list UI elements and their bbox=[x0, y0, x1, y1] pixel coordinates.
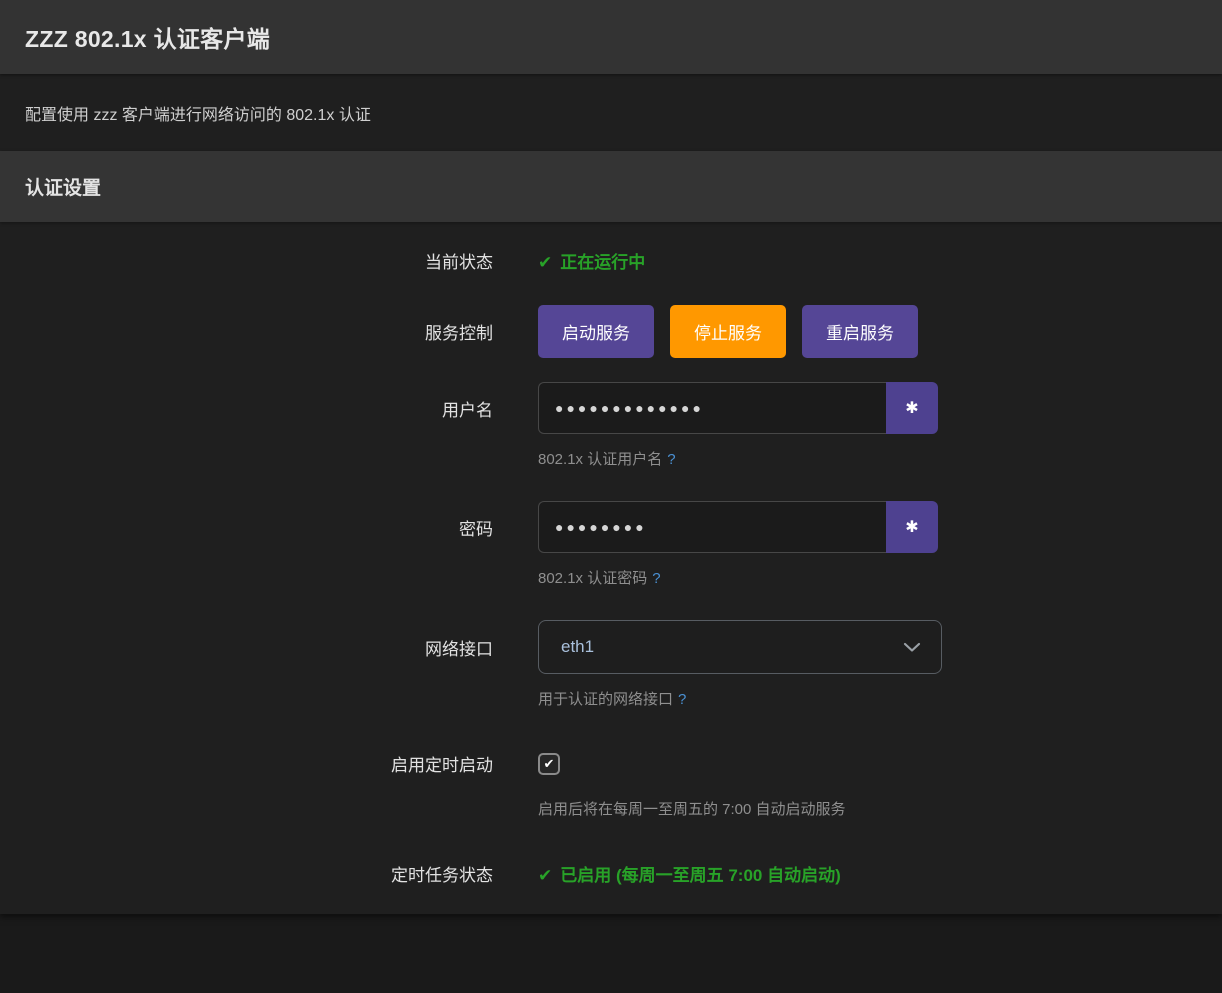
username-row: 用户名 ✱ 802.1x 认证用户名? bbox=[0, 382, 1222, 469]
current-status-value: ✔正在运行中 bbox=[538, 248, 645, 273]
interface-row: 网络接口 eth1 用于认证的网络接口? bbox=[0, 620, 1222, 709]
username-input[interactable] bbox=[538, 382, 886, 434]
interface-help-icon[interactable]: ? bbox=[678, 691, 686, 708]
cron-status-value: ✔已启用 (每周一至周五 7:00 自动启动) bbox=[538, 861, 841, 886]
current-status-row: 当前状态 ✔正在运行中 bbox=[0, 248, 1222, 273]
check-icon: ✔ bbox=[538, 253, 552, 272]
username-hint: 802.1x 认证用户名? bbox=[538, 451, 676, 468]
username-reveal-button[interactable]: ✱ bbox=[886, 382, 938, 434]
password-label: 密码 bbox=[0, 515, 493, 540]
asterisk-icon: ✱ bbox=[905, 398, 918, 418]
password-reveal-button[interactable]: ✱ bbox=[886, 501, 938, 553]
interface-hint: 用于认证的网络接口? bbox=[538, 691, 686, 708]
username-help-icon[interactable]: ? bbox=[667, 451, 675, 468]
cron-status-row: 定时任务状态 ✔已启用 (每周一至周五 7:00 自动启动) bbox=[0, 861, 1222, 886]
chevron-down-icon bbox=[903, 641, 921, 653]
interface-select[interactable]: eth1 bbox=[538, 620, 942, 674]
start-service-button[interactable]: 启动服务 bbox=[538, 305, 654, 358]
password-help-icon[interactable]: ? bbox=[652, 570, 660, 587]
auth-settings-form: 当前状态 ✔正在运行中 服务控制 启动服务 停止服务 重启服务 用户名 bbox=[0, 222, 1222, 914]
page-title: ZZZ 802.1x 认证客户端 bbox=[25, 20, 270, 54]
password-hint: 802.1x 认证密码? bbox=[538, 570, 661, 587]
scheduled-start-label: 启用定时启动 bbox=[0, 751, 493, 776]
restart-service-button[interactable]: 重启服务 bbox=[802, 305, 918, 358]
stop-service-button[interactable]: 停止服务 bbox=[670, 305, 786, 358]
page-description: 配置使用 zzz 客户端进行网络访问的 802.1x 认证 bbox=[25, 101, 371, 125]
username-label: 用户名 bbox=[0, 396, 493, 421]
check-icon: ✔ bbox=[538, 866, 552, 885]
cron-status-label: 定时任务状态 bbox=[0, 861, 493, 886]
section-header: 认证设置 bbox=[0, 151, 1222, 222]
current-status-label: 当前状态 bbox=[0, 248, 493, 273]
title-bar: ZZZ 802.1x 认证客户端 bbox=[0, 0, 1222, 74]
page-description-bar: 配置使用 zzz 客户端进行网络访问的 802.1x 认证 bbox=[0, 74, 1222, 151]
section-title: 认证设置 bbox=[25, 173, 101, 200]
interface-label: 网络接口 bbox=[0, 635, 493, 660]
password-input[interactable] bbox=[538, 501, 886, 553]
password-row: 密码 ✱ 802.1x 认证密码? bbox=[0, 501, 1222, 588]
scheduled-start-row: 启用定时启动 ✔ 启用后将在每周一至周五的 7:00 自动启动服务 bbox=[0, 751, 1222, 819]
service-control-label: 服务控制 bbox=[0, 319, 493, 344]
scheduled-start-checkbox[interactable]: ✔ bbox=[538, 753, 560, 775]
checkmark-icon: ✔ bbox=[544, 756, 555, 772]
asterisk-icon: ✱ bbox=[905, 517, 918, 537]
scheduled-start-hint: 启用后将在每周一至周五的 7:00 自动启动服务 bbox=[538, 801, 846, 818]
service-control-row: 服务控制 启动服务 停止服务 重启服务 bbox=[0, 305, 1222, 358]
interface-selected-value: eth1 bbox=[561, 637, 594, 657]
